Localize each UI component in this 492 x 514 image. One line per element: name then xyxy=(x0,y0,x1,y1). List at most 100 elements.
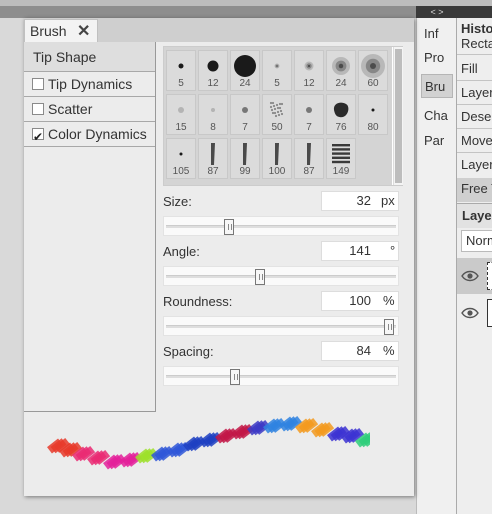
roundness-unit: % xyxy=(383,293,395,308)
roundness-slider[interactable] xyxy=(163,316,399,336)
sidebar-item-tip-dynamics[interactable]: Tip Dynamics xyxy=(24,72,155,97)
brush-tip-icon xyxy=(231,53,259,79)
brush-dialog: Brush ✕ Tip Shape Tip Dynamics Scatter C… xyxy=(24,18,414,496)
brush-size-label: 60 xyxy=(367,78,379,89)
scatter-checkbox[interactable] xyxy=(32,103,44,115)
brush-size-label: 7 xyxy=(242,122,248,133)
dialog-titlebar[interactable]: Brush ✕ xyxy=(24,18,414,42)
brush-size-label: 105 xyxy=(172,166,190,177)
eye-icon[interactable] xyxy=(461,270,479,282)
brush-tip-19[interactable]: 149 xyxy=(326,138,356,179)
sidebar-item-label: Scatter xyxy=(48,101,93,117)
brush-tip-icon xyxy=(199,141,227,167)
sidebar-item-label: Tip Shape xyxy=(33,49,97,65)
brush-tip-icon xyxy=(263,97,291,123)
brush-tip-icon xyxy=(295,53,323,79)
brush-tip-icon xyxy=(295,141,323,167)
history-item[interactable]: Move xyxy=(461,133,492,148)
brush-tip-4[interactable]: 12 xyxy=(294,50,324,91)
brush-sidebar: Tip Shape Tip Dynamics Scatter Color Dyn… xyxy=(24,42,156,412)
palette-tab-brush[interactable]: Bru xyxy=(421,74,453,98)
brush-tip-10[interactable]: 50 xyxy=(262,94,292,135)
grid-scrollbar[interactable] xyxy=(393,47,403,185)
brush-tip-9[interactable]: 7 xyxy=(230,94,260,135)
layer-row[interactable] xyxy=(457,295,492,331)
brush-size-label: 5 xyxy=(274,78,280,89)
palette-tab-info[interactable]: Inf xyxy=(421,22,453,46)
brush-size-label: 15 xyxy=(175,122,187,133)
brush-tip-13[interactable]: 80 xyxy=(358,94,388,135)
palette-column: < > Inf Pro Bru Cha Par xyxy=(416,7,456,514)
history-item[interactable]: Rectangle Select xyxy=(461,36,492,51)
brush-tip-icon xyxy=(359,97,387,123)
brush-tip-8[interactable]: 8 xyxy=(198,94,228,135)
history-item-label: Free Transform xyxy=(461,181,492,196)
brush-tip-6[interactable]: 60 xyxy=(358,50,388,91)
brush-tip-5[interactable]: 24 xyxy=(326,50,356,91)
history-item-selected[interactable]: Free Transform xyxy=(457,178,492,202)
brush-tip-16[interactable]: 99 xyxy=(230,138,260,179)
slider-rail xyxy=(166,325,396,328)
brush-tip-12[interactable]: 76 xyxy=(326,94,356,135)
brush-size-label: 12 xyxy=(207,78,219,89)
brush-tip-17[interactable]: 100 xyxy=(262,138,292,179)
history-divider xyxy=(457,54,492,55)
sidebar-item-label: Color Dynamics xyxy=(48,126,147,142)
brush-tip-1[interactable]: 12 xyxy=(198,50,228,91)
color-dynamics-checkbox[interactable] xyxy=(32,125,44,149)
palette-tab-character[interactable]: Cha xyxy=(421,104,453,128)
spacing-label: Spacing: xyxy=(163,344,214,359)
collapse-arrows-icon[interactable]: < > xyxy=(417,6,457,18)
dialog-title: Brush xyxy=(30,23,67,39)
roundness-slider-handle[interactable] xyxy=(383,319,394,335)
roundness-label: Roundness: xyxy=(163,294,233,309)
sidebar-item-tip-shape[interactable]: Tip Shape xyxy=(24,42,155,72)
angle-slider-handle[interactable] xyxy=(254,269,265,285)
size-slider-handle[interactable] xyxy=(223,219,234,235)
brush-size-label: 24 xyxy=(335,78,347,89)
brush-size-label: 87 xyxy=(207,166,219,177)
palette-tab-paragraph[interactable]: Par xyxy=(421,129,453,153)
history-item[interactable]: Layer Properties xyxy=(461,157,492,172)
size-slider[interactable] xyxy=(163,216,399,236)
brush-tip-14[interactable]: 105 xyxy=(166,138,196,179)
angle-slider[interactable] xyxy=(163,266,399,286)
history-divider xyxy=(457,104,492,105)
history-item[interactable]: Deselect xyxy=(461,109,492,124)
brush-tip-0[interactable]: 5 xyxy=(166,50,196,91)
sidebar-item-scatter[interactable]: Scatter xyxy=(24,97,155,122)
brush-tip-2[interactable]: 24 xyxy=(230,50,260,91)
size-unit: px xyxy=(381,193,395,208)
brush-tip-icon xyxy=(327,141,355,167)
angle-unit: ° xyxy=(390,243,396,258)
layer-row[interactable] xyxy=(457,258,492,294)
brush-tip-11[interactable]: 7 xyxy=(294,94,324,135)
brush-tip-icon xyxy=(199,53,227,79)
brush-tip-icon xyxy=(327,97,355,123)
brush-tip-icon xyxy=(231,97,259,123)
palette-tab-properties[interactable]: Pro xyxy=(421,46,453,70)
sidebar-item-color-dynamics[interactable]: Color Dynamics xyxy=(24,122,155,149)
spacing-slider-handle[interactable] xyxy=(230,369,241,385)
angle-input[interactable]: 141 xyxy=(321,241,399,261)
blend-mode-select[interactable]: Normal xyxy=(461,230,492,252)
scrollbar-thumb[interactable] xyxy=(395,49,402,183)
angle-label: Angle: xyxy=(163,244,200,259)
brush-tip-3[interactable]: 5 xyxy=(262,50,292,91)
brush-size-label: 5 xyxy=(178,78,184,89)
eye-icon[interactable] xyxy=(461,307,479,319)
brush-tip-icon xyxy=(263,141,291,167)
brush-tip-7[interactable]: 15 xyxy=(166,94,196,135)
brush-tip-list: 5 12 24 5 12 24 60 15 8 7 50 7 76 80 105 87 99 100 87 149 xyxy=(164,47,392,185)
brush-tip-18[interactable]: 87 xyxy=(294,138,324,179)
brush-tip-icon xyxy=(167,53,195,79)
history-item[interactable]: Layer Properties xyxy=(461,85,492,100)
close-icon[interactable]: ✕ xyxy=(77,21,90,41)
brush-tip-15[interactable]: 87 xyxy=(198,138,228,179)
tip-dynamics-checkbox[interactable] xyxy=(32,78,44,90)
brush-size-label: 76 xyxy=(335,122,347,133)
brush-size-label: 100 xyxy=(268,166,286,177)
brush-size-label: 80 xyxy=(367,122,379,133)
spacing-slider[interactable] xyxy=(163,366,399,386)
history-item[interactable]: Fill xyxy=(461,61,478,76)
